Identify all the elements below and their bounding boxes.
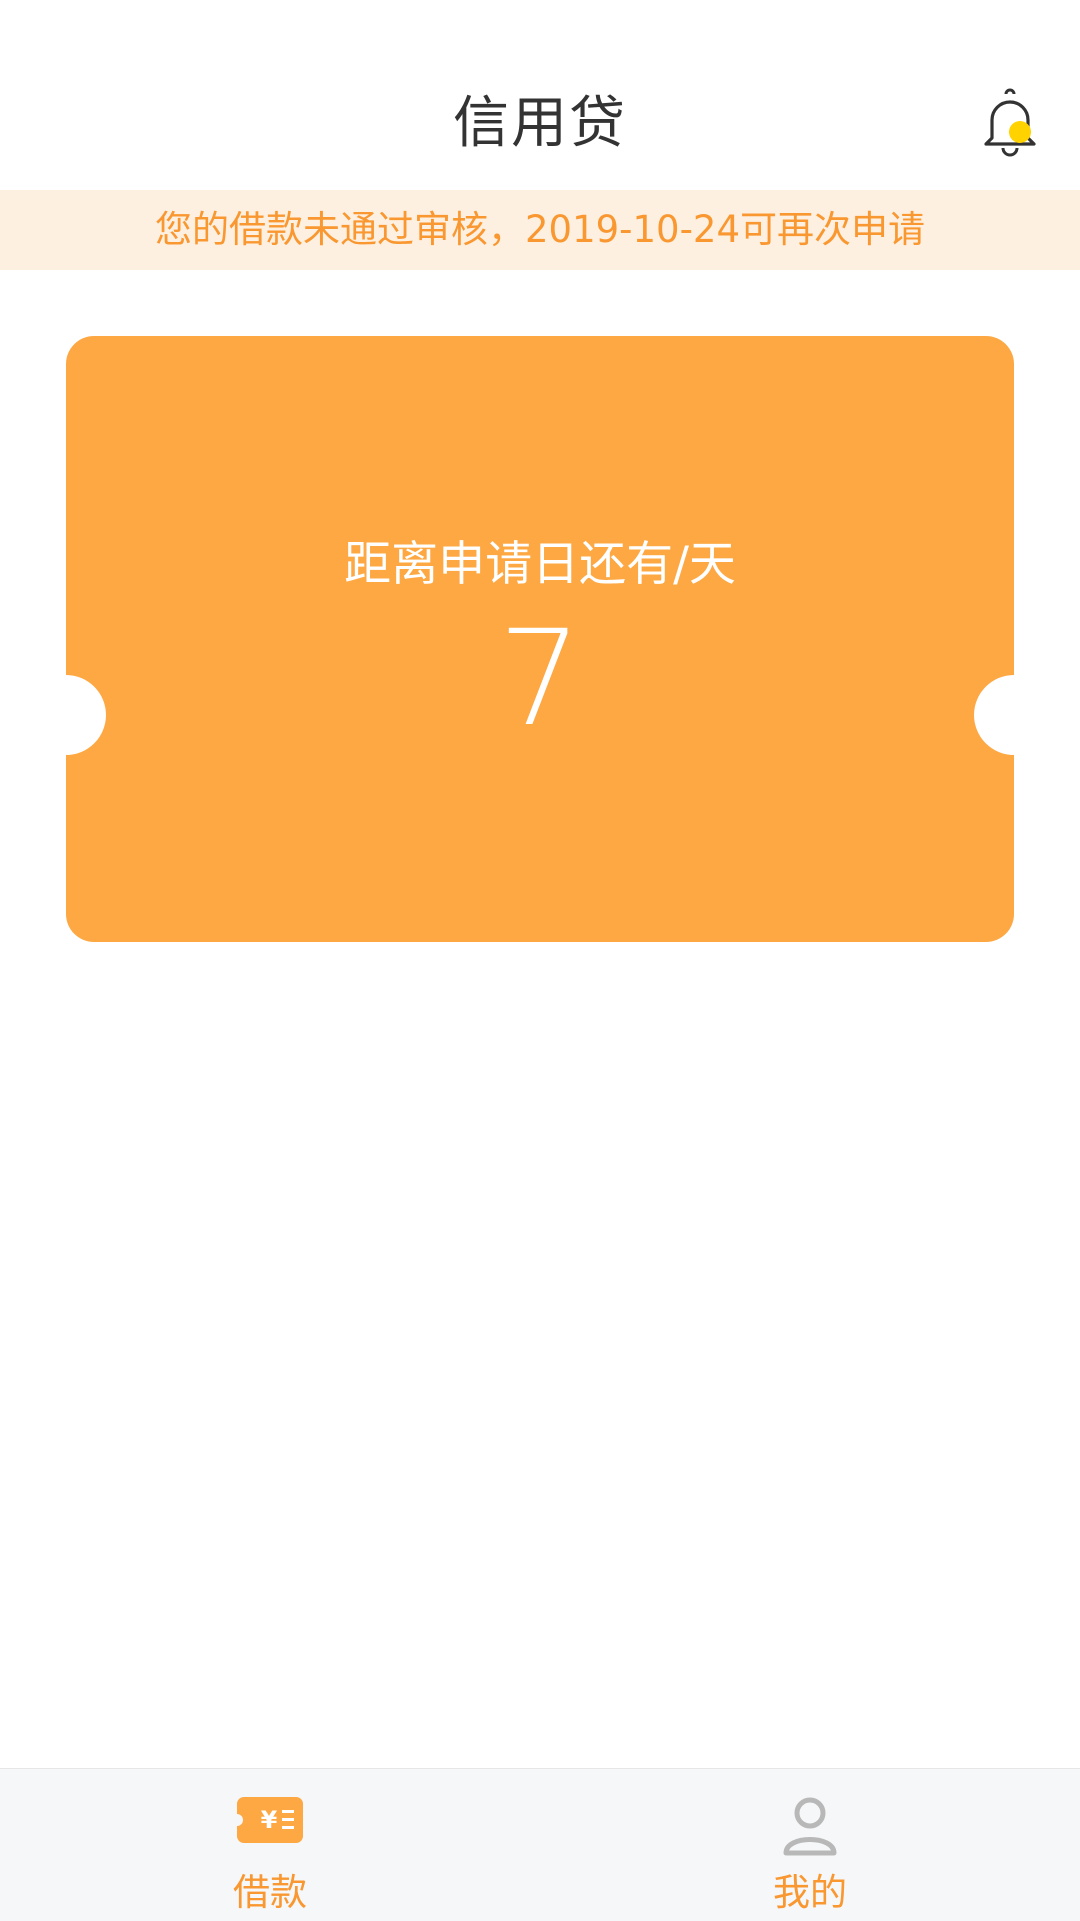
page-title: 信用贷 [453,91,627,156]
bell-icon [984,88,1036,157]
tab-loan[interactable]: ¥ 借款 [0,1769,540,1921]
notice-text: 您的借款未通过审核，2019-10-24可再次申请 [154,208,926,251]
countdown-card: 距离申请日还有/天 7 [26,336,1054,942]
header: 信用贷 [0,0,1080,190]
notification-button[interactable] [976,88,1040,158]
tab-mine[interactable]: 我的 [540,1769,1080,1921]
notification-badge [1009,121,1031,143]
notice-bar: 您的借款未通过审核，2019-10-24可再次申请 [0,190,1080,270]
countdown-label: 距离申请日还有/天 [344,537,736,592]
countdown-days: 7 [498,602,582,756]
svg-text:¥: ¥ [261,1806,278,1834]
user-icon [783,1797,837,1856]
loan-ticket-icon: ¥ [235,1797,303,1843]
tab-loan-label: 借款 [233,1871,307,1914]
tab-mine-label: 我的 [773,1871,847,1914]
bottom-tab-bar: ¥ 借款 我的 [0,1768,1080,1921]
